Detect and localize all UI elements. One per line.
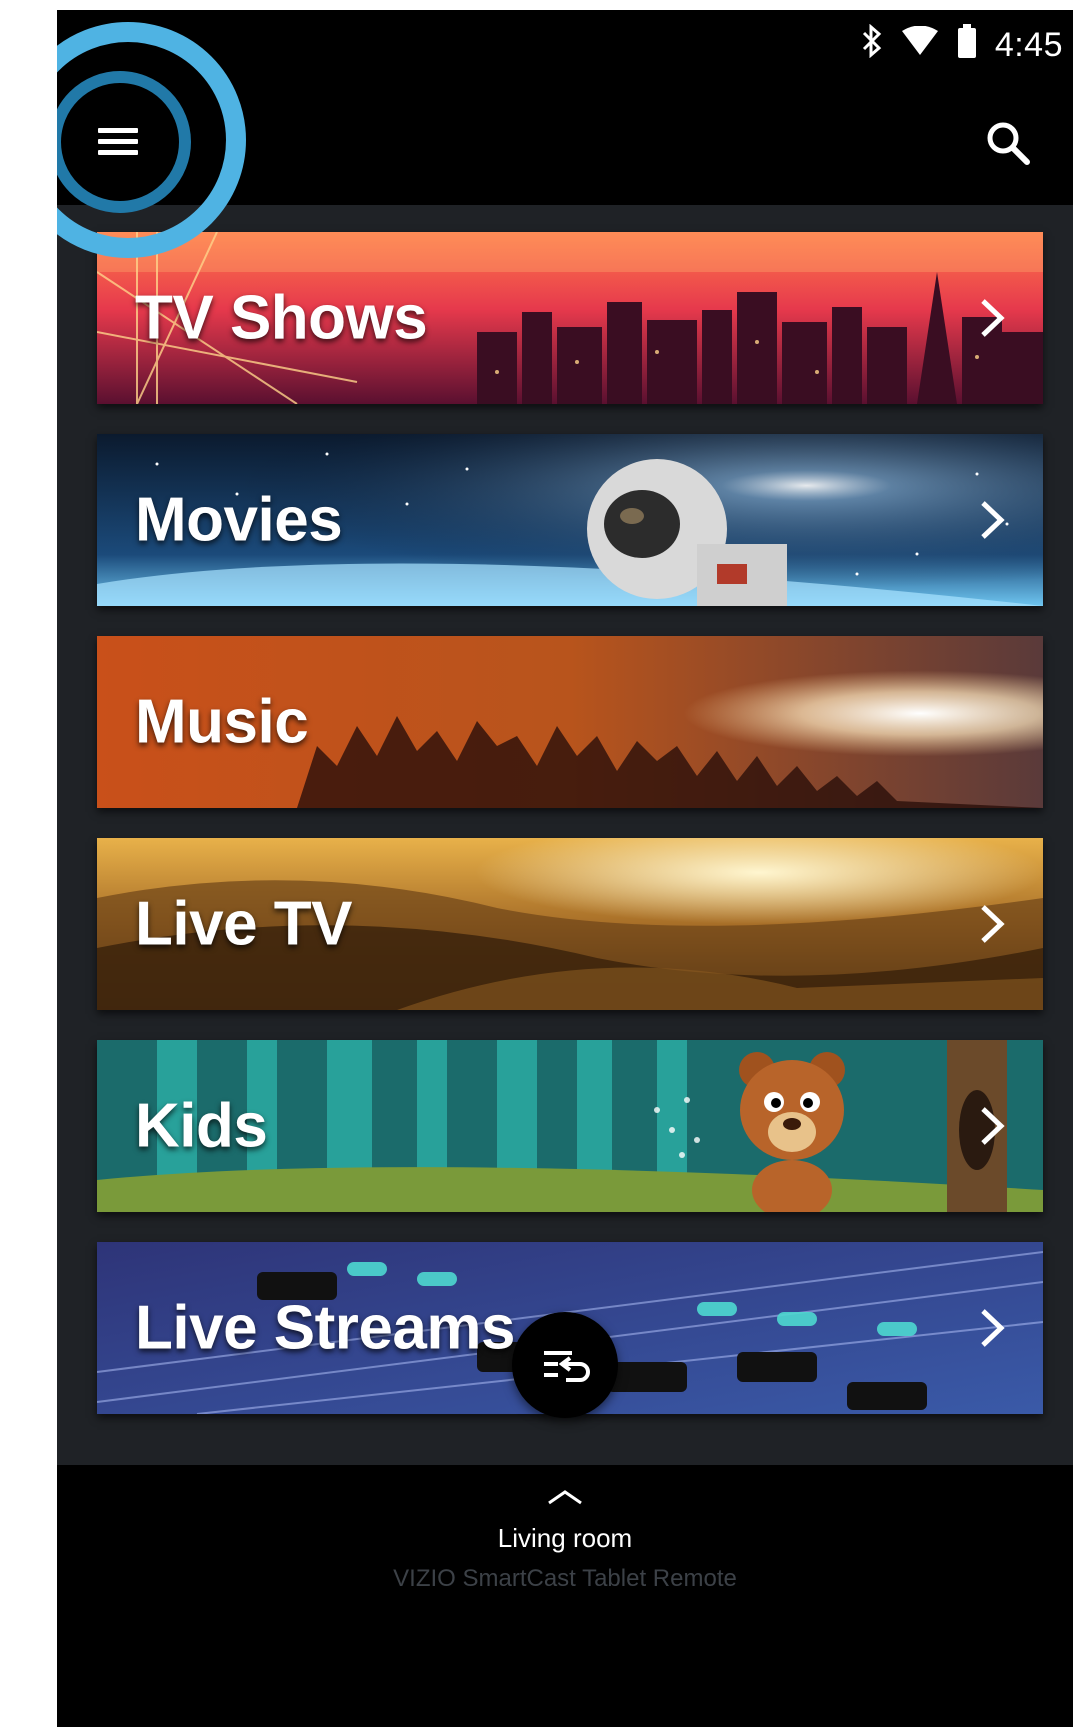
chevron-right-icon <box>981 501 1005 539</box>
category-label: Kids <box>135 1091 268 1161</box>
chevron-right-icon <box>981 905 1005 943</box>
device-bar[interactable]: Living room VIZIO SmartCast Tablet Remot… <box>57 1465 1073 1727</box>
chevron-right-icon <box>981 299 1005 337</box>
category-label: TV Shows <box>135 283 428 353</box>
category-list: TV Shows Movies Music Live TV Kids Live … <box>97 232 1043 1444</box>
bluetooth-icon <box>861 23 883 67</box>
app-screen: 4:45 TV Shows Movies Music Live TV Kids … <box>57 10 1073 1727</box>
wifi-icon <box>901 25 939 65</box>
status-time: 4:45 <box>994 26 1063 64</box>
status-bar: 4:45 <box>57 10 1073 90</box>
category-card-movies[interactable]: Movies <box>97 434 1043 606</box>
menu-button[interactable] <box>87 110 149 172</box>
app-bar <box>57 90 1073 205</box>
chevron-right-icon <box>981 1107 1005 1145</box>
chevron-up-icon <box>548 1490 582 1505</box>
app-subtitle: VIZIO SmartCast Tablet Remote <box>393 1565 737 1592</box>
input-switch-icon <box>544 1351 590 1382</box>
category-label: Movies <box>135 485 343 555</box>
battery-icon <box>957 24 977 67</box>
device-name: Living room <box>497 1523 633 1553</box>
hamburger-menu-icon <box>98 128 138 155</box>
search-button[interactable] <box>983 118 1033 168</box>
category-label: Live TV <box>135 889 353 959</box>
input-switch-button[interactable] <box>512 1312 618 1418</box>
category-card-music[interactable]: Music <box>97 636 1043 808</box>
category-label: Music <box>135 687 309 757</box>
category-card-kids[interactable]: Kids <box>97 1040 1043 1212</box>
category-card-live-tv[interactable]: Live TV <box>97 838 1043 1010</box>
search-icon <box>987 122 1030 165</box>
category-card-tv-shows[interactable]: TV Shows <box>97 232 1043 404</box>
chevron-right-icon <box>981 1309 1005 1347</box>
category-label: Live Streams <box>135 1293 516 1363</box>
status-icons: 4:45 <box>861 23 1063 67</box>
